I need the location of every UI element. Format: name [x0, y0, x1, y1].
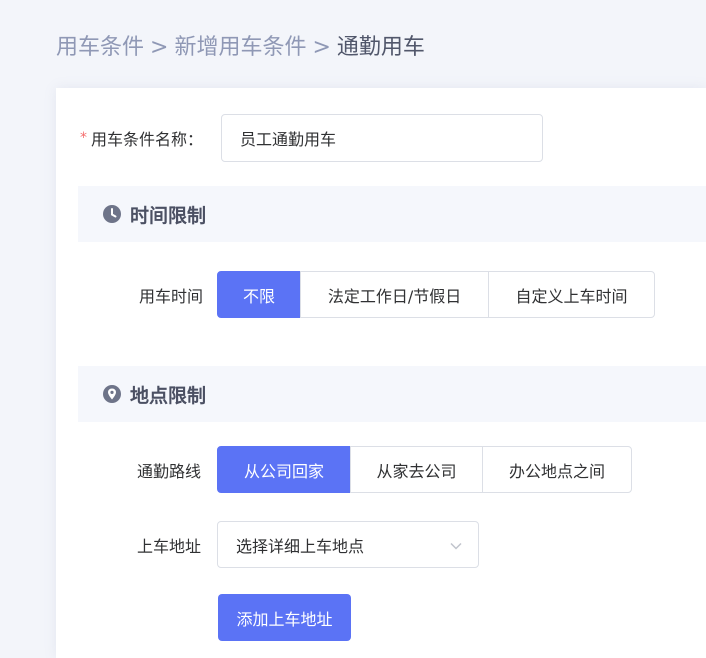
time-limit-section-header: 时间限制: [78, 186, 706, 242]
route-option-office-to-home[interactable]: 从公司回家: [217, 446, 352, 493]
pickup-address-select[interactable]: 选择详细上车地点: [217, 521, 480, 568]
route-option-home-to-office[interactable]: 从家去公司: [350, 446, 484, 493]
breadcrumb: 用车条件 > 新增用车条件 > 通勤用车: [56, 33, 425, 63]
usage-time-options: 不限 法定工作日/节假日 自定义上车时间: [217, 271, 656, 318]
breadcrumb-current: 通勤用车: [336, 35, 425, 60]
form-card: * 用车条件名称： 员工通勤用车 时间限制 用车时间 不限 法定工作日/节假日 …: [56, 88, 706, 658]
breadcrumb-separator: >: [312, 35, 331, 60]
commute-route-options: 从公司回家 从家去公司 办公地点之间: [217, 446, 633, 493]
time-limit-title: 时间限制: [130, 204, 207, 227]
required-mark: *: [80, 130, 87, 146]
usage-time-option-workday-holiday[interactable]: 法定工作日/节假日: [300, 271, 490, 318]
pickup-address-row: 上车地址 选择详细上车地点: [137, 521, 480, 568]
location-limit-section-header: 地点限制: [78, 366, 706, 422]
route-option-between-offices[interactable]: 办公地点之间: [482, 446, 633, 493]
location-pin-icon: [102, 384, 122, 404]
usage-time-option-unlimited[interactable]: 不限: [217, 271, 302, 318]
location-limit-title: 地点限制: [130, 384, 207, 407]
chevron-down-icon: [450, 535, 462, 554]
condition-name-label: 用车条件名称：: [91, 130, 204, 149]
pickup-address-label: 上车地址: [137, 536, 202, 556]
usage-time-label: 用车时间: [139, 286, 204, 306]
breadcrumb-item-new-condition[interactable]: 新增用车条件: [174, 35, 306, 60]
commute-route-row: 通勤路线 从公司回家 从家去公司 办公地点之间: [137, 446, 633, 493]
clock-icon: [102, 204, 122, 224]
add-pickup-address-button[interactable]: 添加上车地址: [218, 594, 351, 641]
usage-time-row: 用车时间 不限 法定工作日/节假日 自定义上车时间: [139, 271, 656, 318]
usage-time-option-custom-time[interactable]: 自定义上车时间: [488, 271, 656, 318]
add-address-row: 添加上车地址: [218, 594, 351, 641]
condition-name-input[interactable]: 员工通勤用车: [221, 114, 544, 162]
breadcrumb-item-conditions[interactable]: 用车条件: [56, 35, 144, 60]
condition-name-value: 员工通勤用车: [240, 130, 337, 149]
breadcrumb-separator: >: [150, 35, 169, 60]
condition-name-row: * 用车条件名称： 员工通勤用车: [80, 114, 544, 162]
commute-route-label: 通勤路线: [137, 461, 202, 481]
pickup-address-placeholder: 选择详细上车地点: [236, 536, 365, 556]
